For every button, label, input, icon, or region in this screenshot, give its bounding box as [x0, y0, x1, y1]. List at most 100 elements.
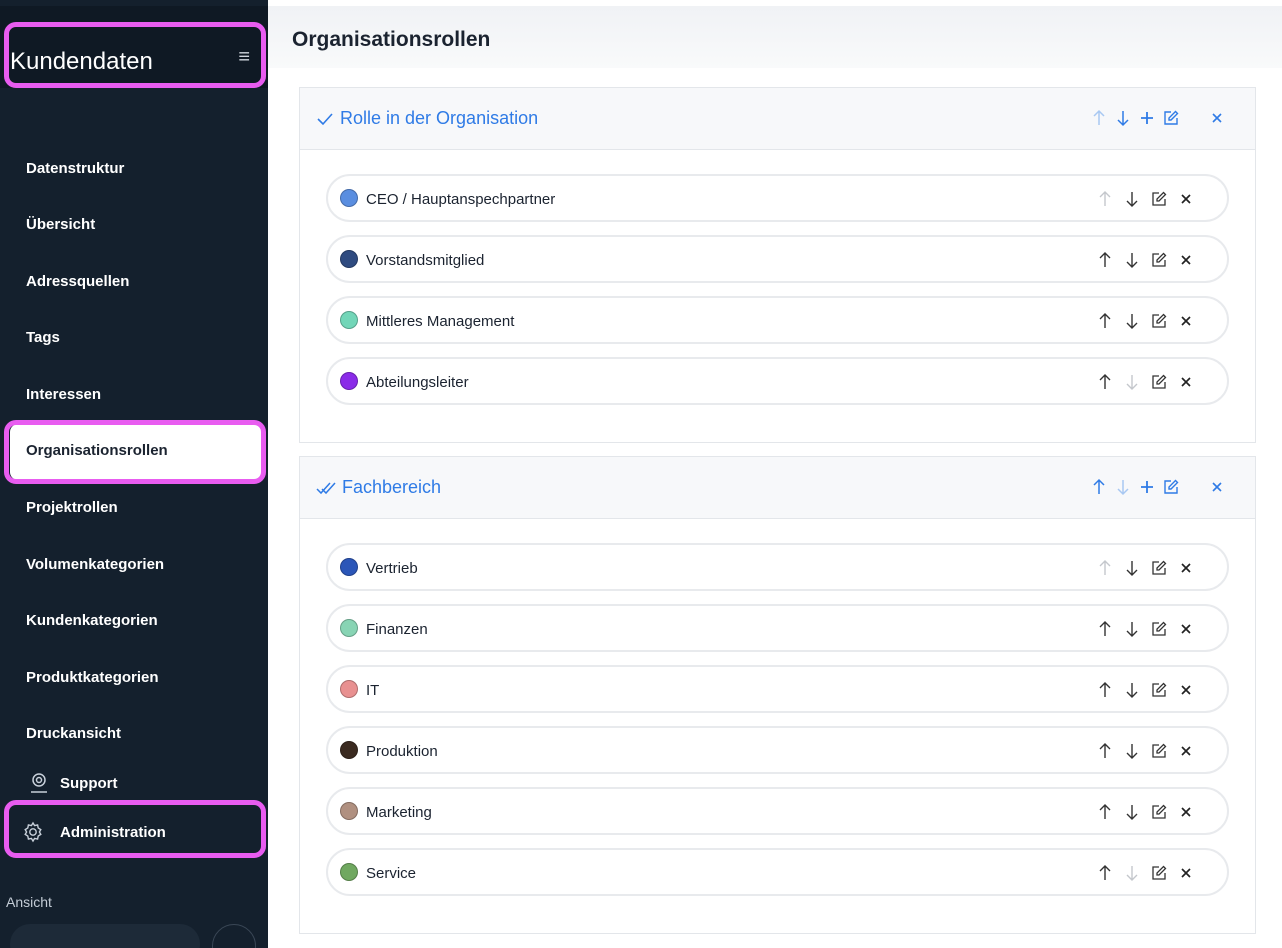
group-title-text: Fachbereich [342, 477, 442, 497]
item-label: Marketing [366, 804, 432, 821]
move-up-icon[interactable] [1091, 739, 1118, 763]
highlight-frame-organisationsrollen [4, 420, 266, 484]
edit-icon[interactable] [1159, 105, 1183, 131]
move-up-icon[interactable] [1091, 370, 1118, 394]
move-down-icon[interactable] [1118, 248, 1145, 272]
delete-icon[interactable] [1172, 187, 1199, 211]
move-up-icon[interactable] [1091, 187, 1118, 211]
delete-icon[interactable] [1172, 248, 1199, 272]
sidebar-item-support[interactable]: Support [26, 770, 118, 796]
move-down-icon[interactable] [1118, 861, 1145, 885]
edit-icon[interactable] [1145, 678, 1172, 702]
list-item[interactable]: Marketing [326, 787, 1229, 835]
move-down-icon[interactable] [1118, 800, 1145, 824]
move-up-icon[interactable] [1091, 861, 1118, 885]
item-label: Service [366, 865, 417, 882]
group-fachbereich: Fachbereich Vertrieb Finanzen IT Produkt… [299, 456, 1256, 934]
row-actions [1091, 800, 1199, 824]
move-up-icon[interactable] [1091, 248, 1118, 272]
edit-icon[interactable] [1145, 248, 1172, 272]
edit-icon[interactable] [1145, 800, 1172, 824]
sidebar-item-interessen[interactable]: Interessen [26, 386, 101, 403]
list-item[interactable]: CEO / Hauptanspechpartner [326, 174, 1229, 222]
view-toggle[interactable] [10, 924, 200, 948]
move-down-icon[interactable] [1118, 556, 1145, 580]
list-item[interactable]: IT [326, 665, 1229, 713]
move-up-icon[interactable] [1091, 309, 1118, 333]
sidebar-item-volumenkategorien[interactable]: Volumenkategorien [26, 556, 164, 573]
check-icon [316, 111, 334, 127]
add-icon[interactable] [1135, 474, 1159, 500]
edit-icon[interactable] [1145, 187, 1172, 211]
delete-icon[interactable] [1172, 556, 1199, 580]
sidebar-item-kundenkategorien[interactable]: Kundenkategorien [26, 612, 158, 629]
support-icon [26, 770, 52, 796]
move-down-icon[interactable] [1111, 105, 1135, 131]
item-label: IT [366, 682, 380, 699]
move-down-icon[interactable] [1118, 187, 1145, 211]
move-up-icon[interactable] [1087, 474, 1111, 500]
group-header: Rolle in der Organisation [300, 88, 1255, 150]
move-up-icon[interactable] [1091, 556, 1118, 580]
ansicht-label: Ansicht [6, 894, 52, 910]
group-title[interactable]: Rolle in der Organisation [316, 108, 538, 129]
item-label: Mittleres Management [366, 313, 515, 330]
delete-icon[interactable] [1172, 861, 1199, 885]
delete-icon[interactable] [1172, 309, 1199, 333]
move-down-icon[interactable] [1118, 370, 1145, 394]
move-down-icon[interactable] [1118, 309, 1145, 333]
move-down-icon[interactable] [1118, 739, 1145, 763]
list-item[interactable]: Vertrieb [326, 543, 1229, 591]
group-title[interactable]: Fachbereich [316, 477, 441, 498]
move-up-icon[interactable] [1091, 617, 1118, 641]
item-label: Vorstandsmitglied [366, 252, 485, 269]
edit-icon[interactable] [1145, 861, 1172, 885]
color-dot [340, 311, 358, 329]
double-check-icon [316, 480, 336, 496]
list-item[interactable]: Finanzen [326, 604, 1229, 652]
sidebar-item-datenstruktur[interactable]: Datenstruktur [26, 160, 124, 177]
color-dot [340, 372, 358, 390]
delete-icon[interactable] [1172, 617, 1199, 641]
sidebar-item-adressquellen[interactable]: Adressquellen [26, 273, 129, 290]
list-item[interactable]: Service [326, 848, 1229, 896]
move-down-icon[interactable] [1118, 617, 1145, 641]
group-actions [1087, 474, 1229, 500]
edit-icon[interactable] [1145, 739, 1172, 763]
move-down-icon[interactable] [1111, 474, 1135, 500]
edit-icon[interactable] [1145, 617, 1172, 641]
list-item[interactable]: Abteilungsleiter [326, 357, 1229, 405]
color-dot [340, 741, 358, 759]
move-up-icon[interactable] [1091, 678, 1118, 702]
delete-icon[interactable] [1172, 678, 1199, 702]
close-icon[interactable] [1205, 105, 1229, 131]
color-dot [340, 863, 358, 881]
sidebar-item-projektrollen[interactable]: Projektrollen [26, 499, 118, 516]
edit-icon[interactable] [1159, 474, 1183, 500]
delete-icon[interactable] [1172, 800, 1199, 824]
item-label: Produktion [366, 743, 438, 760]
row-actions [1091, 678, 1199, 702]
sidebar-item-tags[interactable]: Tags [26, 329, 60, 346]
list-item[interactable]: Mittleres Management [326, 296, 1229, 344]
list-item[interactable]: Produktion [326, 726, 1229, 774]
view-circle-button[interactable] [212, 924, 256, 948]
delete-icon[interactable] [1172, 739, 1199, 763]
move-up-icon[interactable] [1091, 800, 1118, 824]
group-rolle-in-der-organisation: Rolle in der Organisation CEO / Hauptans… [299, 87, 1256, 443]
sidebar-item-produktkategorien[interactable]: Produktkategorien [26, 669, 159, 686]
edit-icon[interactable] [1145, 556, 1172, 580]
add-icon[interactable] [1135, 105, 1159, 131]
sidebar-item-uebersicht[interactable]: Übersicht [26, 216, 95, 233]
sidebar-item-druckansicht[interactable]: Druckansicht [26, 725, 121, 742]
edit-icon[interactable] [1145, 370, 1172, 394]
row-actions [1091, 248, 1199, 272]
move-down-icon[interactable] [1118, 678, 1145, 702]
move-up-icon[interactable] [1087, 105, 1111, 131]
row-actions [1091, 309, 1199, 333]
list-item[interactable]: Vorstandsmitglied [326, 235, 1229, 283]
delete-icon[interactable] [1172, 370, 1199, 394]
edit-icon[interactable] [1145, 309, 1172, 333]
close-icon[interactable] [1205, 474, 1229, 500]
color-dot [340, 802, 358, 820]
